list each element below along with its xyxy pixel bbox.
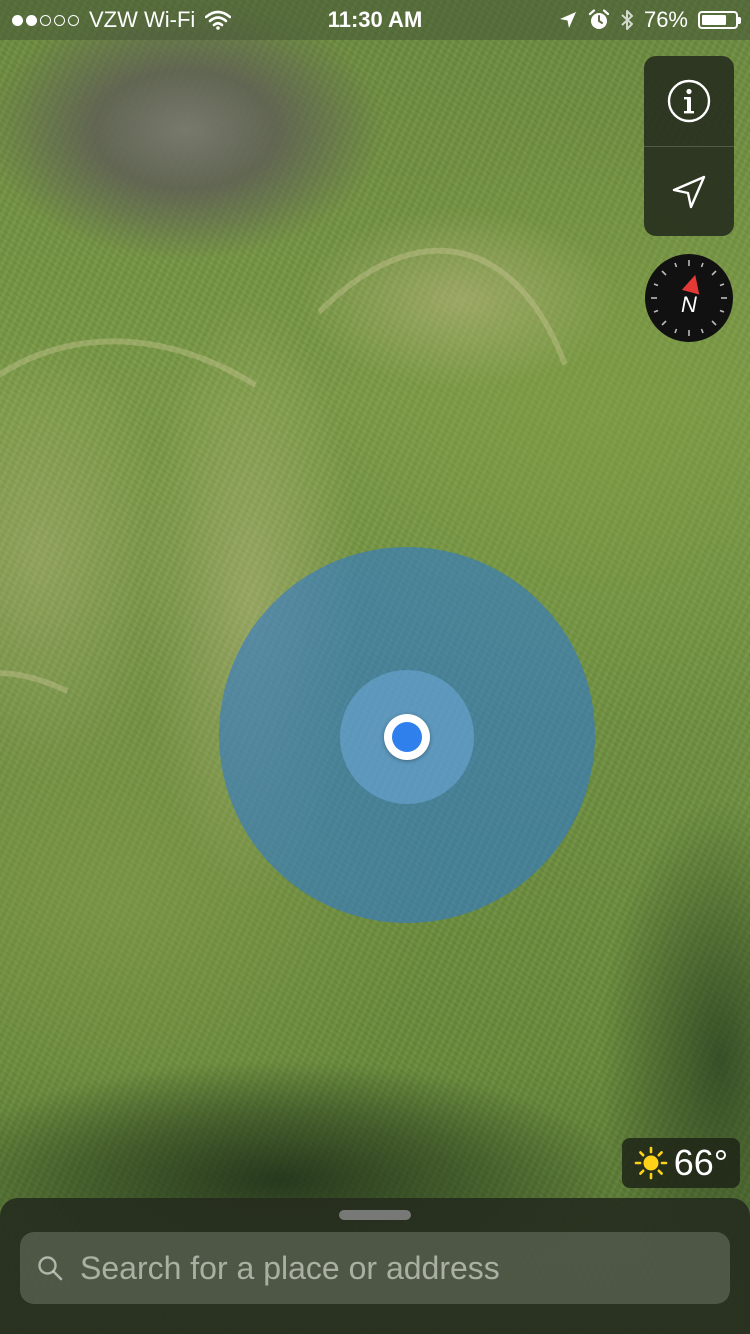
sheet-grabber-handle[interactable] xyxy=(339,1210,411,1220)
bluetooth-icon xyxy=(620,8,634,32)
compass-north-label: N xyxy=(681,292,697,317)
battery-level-fill xyxy=(702,15,727,25)
cellular-signal-icon xyxy=(12,14,79,26)
info-button[interactable] xyxy=(644,56,734,146)
status-bar: VZW Wi-Fi 11:30 AM 76% xyxy=(0,0,750,40)
search-field[interactable] xyxy=(20,1232,730,1304)
battery-percent: 76% xyxy=(643,7,688,32)
status-bar-right: 76% xyxy=(558,0,741,40)
current-location-marker[interactable] xyxy=(384,714,430,760)
info-icon xyxy=(666,78,712,124)
sun-icon xyxy=(634,1146,668,1180)
carrier-name: VZW Wi-Fi xyxy=(89,7,196,32)
battery-icon xyxy=(698,11,741,29)
maps-screen: VZW Wi-Fi 11:30 AM 76% N 66° Search for … xyxy=(0,0,750,1334)
tracking-button[interactable] xyxy=(644,147,734,236)
alarm-icon xyxy=(588,9,610,31)
compass-button[interactable]: N xyxy=(645,254,733,342)
location-arrow-icon xyxy=(558,10,578,30)
weather-badge: 66° xyxy=(622,1138,740,1188)
wifi-icon xyxy=(205,10,232,30)
search-sheet xyxy=(0,1198,750,1334)
map-controls xyxy=(644,56,734,236)
search-input[interactable] xyxy=(78,1248,730,1288)
search-icon xyxy=(36,1254,64,1282)
status-bar-left: VZW Wi-Fi xyxy=(12,0,232,40)
location-arrow-icon xyxy=(669,172,709,212)
current-location-dot xyxy=(392,722,422,752)
temperature-label: 66° xyxy=(673,1142,729,1183)
